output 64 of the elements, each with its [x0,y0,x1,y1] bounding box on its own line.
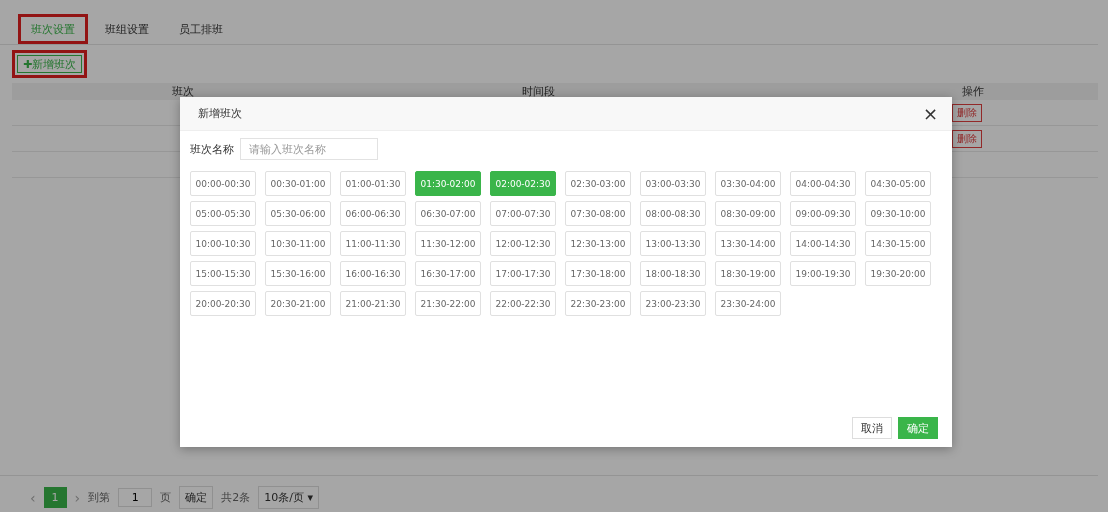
close-button[interactable]: × [918,103,942,124]
time-slot-button[interactable]: 02:30-03:00 [565,171,631,196]
time-slot-button[interactable]: 11:00-11:30 [340,231,406,256]
time-slot-button[interactable]: 08:00-08:30 [640,201,706,226]
time-slot-button[interactable]: 03:00-03:30 [640,171,706,196]
time-slot-button[interactable]: 00:00-00:30 [190,171,256,196]
field-label: 班次名称 [190,141,234,157]
time-slot-button[interactable]: 01:00-01:30 [340,171,406,196]
time-slot-button[interactable]: 21:00-21:30 [340,291,406,316]
time-slot-button[interactable]: 12:30-13:00 [565,231,631,256]
time-slot-button[interactable]: 17:30-18:00 [565,261,631,286]
delete-button[interactable]: 删除 [952,129,982,148]
time-slot-button[interactable]: 20:00-20:30 [190,291,256,316]
page-input[interactable]: 1 [118,488,153,507]
time-slot-button[interactable]: 06:30-07:00 [415,201,481,226]
time-slot-button[interactable]: 13:00-13:30 [640,231,706,256]
time-slot-button[interactable]: 12:00-12:30 [490,231,556,256]
time-slot-button[interactable]: 00:30-01:00 [265,171,331,196]
go-button[interactable]: 确定 [179,486,214,509]
time-slot-button[interactable]: 07:30-08:00 [565,201,631,226]
time-slot-button[interactable]: 20:30-21:00 [265,291,331,316]
total-count: 共2条 [221,490,251,505]
time-slot-button[interactable]: 14:30-15:00 [865,231,931,256]
time-slot-button[interactable]: 11:30-12:00 [415,231,481,256]
time-slot-button[interactable]: 19:00-19:30 [790,261,856,286]
time-slot-button[interactable]: 19:30-20:00 [865,261,931,286]
time-slot-button[interactable]: 04:00-04:30 [790,171,856,196]
time-slot-button[interactable]: 21:30-22:00 [415,291,481,316]
time-slot-button[interactable]: 15:30-16:00 [265,261,331,286]
time-slot-button[interactable]: 23:30-24:00 [715,291,781,316]
time-slot-button[interactable]: 18:30-19:00 [715,261,781,286]
goto-label: 到第 [88,490,111,505]
time-slot-button[interactable]: 15:00-15:30 [190,261,256,286]
time-slot-button[interactable]: 05:00-05:30 [190,201,256,226]
page-unit-label: 页 [160,490,172,505]
time-slot-button[interactable]: 14:00-14:30 [790,231,856,256]
shift-name-input[interactable]: 请输入班次名称 [240,138,378,160]
delete-button[interactable]: 删除 [952,103,982,122]
time-slot-button[interactable]: 18:00-18:30 [640,261,706,286]
time-slot-button[interactable]: 23:00-23:30 [640,291,706,316]
time-slot-button[interactable]: 17:00-17:30 [490,261,556,286]
time-slot-button[interactable]: 04:30-05:00 [865,171,931,196]
time-slot-button[interactable]: 09:00-09:30 [790,201,856,226]
time-slot-button[interactable]: 22:00-22:30 [490,291,556,316]
time-slot-button[interactable]: 16:00-16:30 [340,261,406,286]
column-header: 时间段 [521,85,556,98]
time-slot-button[interactable]: 09:30-10:00 [865,201,931,226]
time-slot-button[interactable]: 06:00-06:30 [340,201,406,226]
page-size-select[interactable]: 10条/页 ▾ [258,486,319,509]
time-slot-button[interactable]: 08:30-09:00 [715,201,781,226]
time-slot-button[interactable]: 03:30-04:00 [715,171,781,196]
column-header: 操作 [961,85,985,98]
time-slot-button[interactable]: 22:30-23:00 [565,291,631,316]
time-slot-button[interactable]: 10:00-10:30 [190,231,256,256]
time-slot-button[interactable]: 10:30-11:00 [265,231,331,256]
time-slot-button[interactable]: 13:30-14:00 [715,231,781,256]
column-header: 班次 [171,85,195,98]
time-slot-button[interactable]: 05:30-06:00 [265,201,331,226]
dialog-title: 新增班次 [198,106,242,121]
time-slot-button[interactable]: 07:00-07:30 [490,201,556,226]
time-slot-button[interactable]: 16:30-17:00 [415,261,481,286]
cancel-button[interactable]: 取消 [852,417,892,439]
tab[interactable]: 员工排班 [166,14,236,44]
tab[interactable]: 班组设置 [92,14,162,44]
